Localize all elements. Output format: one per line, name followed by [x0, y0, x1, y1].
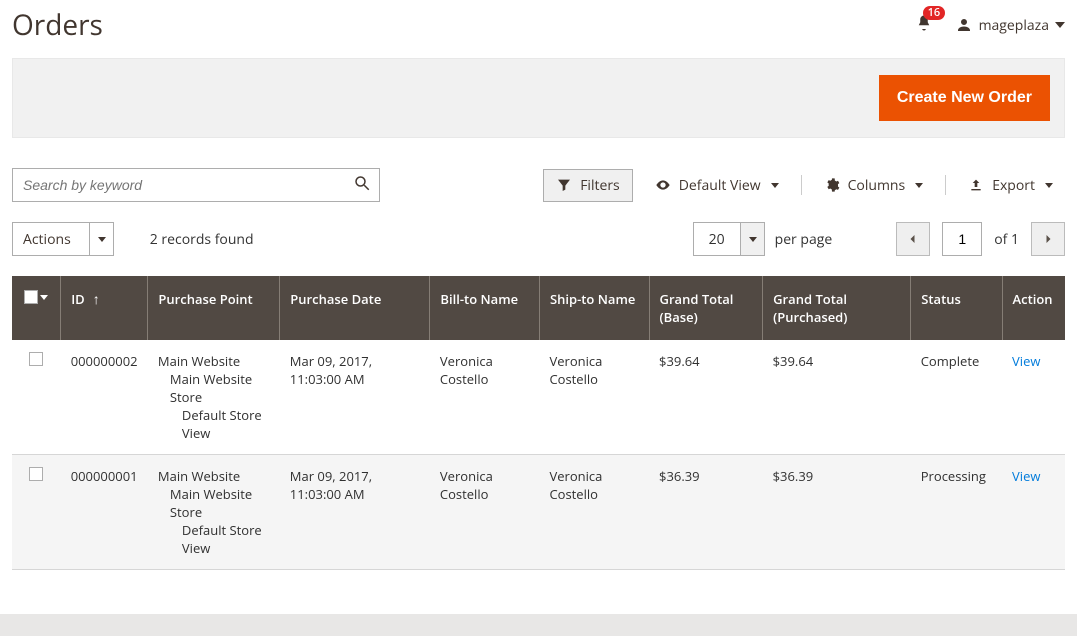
cell-status: Complete: [911, 340, 1002, 455]
cell-grand-total-purchased: $39.64: [763, 340, 911, 455]
cell-ship-to: Veronica Costello: [539, 340, 649, 455]
default-view-button[interactable]: Default View: [643, 170, 791, 201]
per-page-label: per page: [775, 230, 833, 249]
header-purchase-date[interactable]: Purchase Date: [280, 276, 430, 340]
cell-grand-total-purchased: $36.39: [763, 455, 911, 570]
notification-count-badge: 16: [923, 6, 946, 20]
eye-icon: [655, 177, 671, 193]
header-status[interactable]: Status: [911, 276, 1002, 340]
user-icon: [955, 16, 973, 34]
header-purchase-point[interactable]: Purchase Point: [148, 276, 280, 340]
export-label: Export: [992, 176, 1035, 195]
sort-ascending-icon: ↑: [93, 290, 100, 309]
row-checkbox[interactable]: [29, 467, 43, 481]
filters-button[interactable]: Filters: [543, 169, 633, 202]
actions-dropdown[interactable]: Actions: [12, 222, 114, 256]
search-input[interactable]: [13, 169, 379, 201]
actions-caret: [90, 222, 114, 256]
chevron-down-icon: [915, 183, 923, 188]
chevron-left-icon: [907, 233, 919, 245]
chevron-down-icon: [1045, 183, 1053, 188]
header-id[interactable]: ID ↑: [61, 276, 148, 340]
search-icon[interactable]: [353, 174, 371, 196]
page-number-input[interactable]: [942, 222, 982, 256]
username-label: mageplaza: [979, 16, 1049, 35]
table-row[interactable]: 000000001Main WebsiteMain Website StoreD…: [12, 455, 1065, 570]
header-ship-to[interactable]: Ship-to Name: [539, 276, 649, 340]
cell-bill-to: Veronica Costello: [430, 455, 540, 570]
header-id-label: ID: [71, 290, 85, 308]
chevron-down-icon: [1055, 22, 1065, 28]
default-view-label: Default View: [679, 176, 761, 195]
cell-id: 000000002: [61, 340, 148, 455]
export-button[interactable]: Export: [956, 170, 1065, 201]
notifications-button[interactable]: 16: [915, 14, 933, 36]
columns-button[interactable]: Columns: [812, 170, 936, 201]
header-grand-total-base[interactable]: Grand Total (Base): [649, 276, 763, 340]
header-action[interactable]: Action: [1002, 276, 1065, 340]
cell-grand-total-base: $36.39: [649, 455, 763, 570]
cell-grand-total-base: $39.64: [649, 340, 763, 455]
view-link[interactable]: View: [1012, 352, 1040, 370]
records-found-label: 2 records found: [150, 230, 254, 249]
view-link[interactable]: View: [1012, 467, 1040, 485]
gear-icon: [824, 177, 840, 193]
next-page-button[interactable]: [1031, 222, 1065, 256]
header-select-all[interactable]: [12, 276, 61, 340]
footer-bar: [0, 614, 1077, 636]
page-title: Orders: [12, 6, 103, 44]
create-new-order-button[interactable]: Create New Order: [879, 75, 1050, 121]
filters-label: Filters: [580, 176, 620, 195]
separator: [945, 175, 946, 195]
chevron-down-icon: [771, 183, 779, 188]
export-icon: [968, 177, 984, 193]
chevron-down-icon: [40, 295, 48, 300]
action-bar: Create New Order: [12, 58, 1065, 138]
separator: [801, 175, 802, 195]
table-row[interactable]: 000000002Main WebsiteMain Website StoreD…: [12, 340, 1065, 455]
prev-page-button[interactable]: [896, 222, 930, 256]
header-grand-total-purchased[interactable]: Grand Total (Purchased): [763, 276, 911, 340]
funnel-icon: [556, 177, 572, 193]
actions-label: Actions: [12, 222, 90, 256]
user-menu[interactable]: mageplaza: [955, 16, 1065, 35]
per-page-value[interactable]: 20: [693, 222, 741, 256]
page-of-label: of 1: [994, 230, 1019, 249]
cell-purchase-point: Main WebsiteMain Website StoreDefault St…: [148, 340, 280, 455]
cell-purchase-point: Main WebsiteMain Website StoreDefault St…: [148, 455, 280, 570]
cell-purchase-date: Mar 09, 2017, 11:03:00 AM: [280, 340, 430, 455]
cell-id: 000000001: [61, 455, 148, 570]
orders-table: ID ↑ Purchase Point Purchase Date Bill-to…: [12, 276, 1065, 570]
header-bill-to[interactable]: Bill-to Name: [430, 276, 540, 340]
columns-label: Columns: [848, 176, 906, 195]
per-page-caret[interactable]: [741, 222, 765, 256]
cell-ship-to: Veronica Costello: [539, 455, 649, 570]
search-field-wrap: [12, 168, 380, 202]
cell-bill-to: Veronica Costello: [430, 340, 540, 455]
row-checkbox[interactable]: [29, 352, 43, 366]
cell-purchase-date: Mar 09, 2017, 11:03:00 AM: [280, 455, 430, 570]
chevron-right-icon: [1042, 233, 1054, 245]
cell-status: Processing: [911, 455, 1002, 570]
